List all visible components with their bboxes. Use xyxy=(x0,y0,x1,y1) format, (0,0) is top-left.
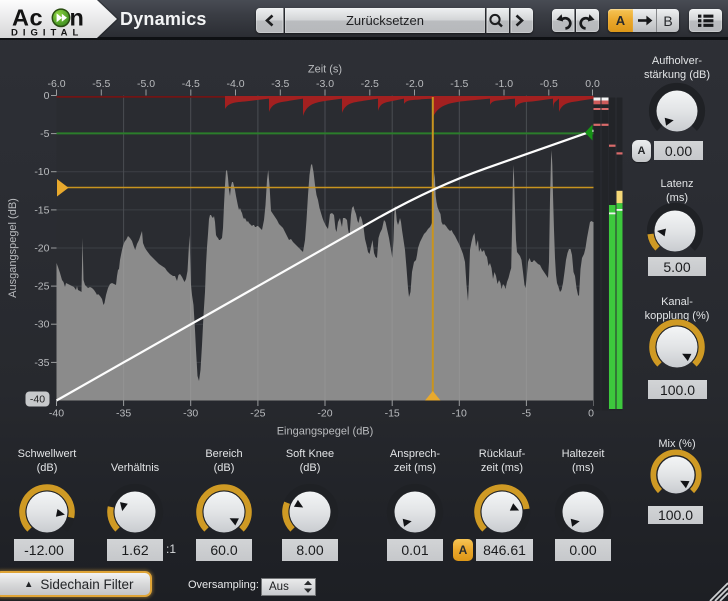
svg-text:DIGITAL: DIGITAL xyxy=(11,28,83,39)
svg-text:Ausgangspegel (dB): Ausgangspegel (dB) xyxy=(7,198,19,298)
svg-text:Eingangspegel (dB): Eingangspegel (dB) xyxy=(277,426,374,438)
svg-text:-3.0: -3.0 xyxy=(316,78,334,90)
svg-text:-20: -20 xyxy=(317,408,332,420)
svg-text:0: 0 xyxy=(588,408,594,420)
svg-text:-2.0: -2.0 xyxy=(405,78,423,90)
svg-text:-30: -30 xyxy=(183,408,198,420)
svg-text:-4.0: -4.0 xyxy=(226,78,244,90)
svg-text:-3.5: -3.5 xyxy=(271,78,289,90)
svg-text:0: 0 xyxy=(44,90,50,102)
svg-text:-10: -10 xyxy=(34,166,49,178)
svg-text:-2.5: -2.5 xyxy=(361,78,379,90)
svg-text:-20: -20 xyxy=(34,243,49,255)
svg-text:-25: -25 xyxy=(34,281,49,293)
svg-text:-5: -5 xyxy=(522,408,531,420)
svg-text:-15: -15 xyxy=(34,204,49,216)
svg-text:-5: -5 xyxy=(40,128,49,140)
svg-text:-1.5: -1.5 xyxy=(450,78,468,90)
svg-text:0.0: 0.0 xyxy=(585,78,600,90)
svg-text:-6.0: -6.0 xyxy=(47,78,65,90)
svg-text:-1.0: -1.0 xyxy=(495,78,513,90)
svg-text:-30: -30 xyxy=(34,319,49,331)
svg-text:-35: -35 xyxy=(116,408,131,420)
svg-text:-4.5: -4.5 xyxy=(182,78,200,90)
svg-text:-40: -40 xyxy=(30,394,45,406)
svg-text:-10: -10 xyxy=(452,408,467,420)
svg-text:-35: -35 xyxy=(34,357,49,369)
svg-text:-25: -25 xyxy=(250,408,265,420)
svg-text:-5.5: -5.5 xyxy=(92,78,110,90)
svg-text:-0.5: -0.5 xyxy=(540,78,558,90)
svg-text:-40: -40 xyxy=(49,408,64,420)
svg-text:-5.0: -5.0 xyxy=(137,78,155,90)
svg-text:Zeit (s): Zeit (s) xyxy=(308,64,342,76)
svg-text:-15: -15 xyxy=(385,408,400,420)
